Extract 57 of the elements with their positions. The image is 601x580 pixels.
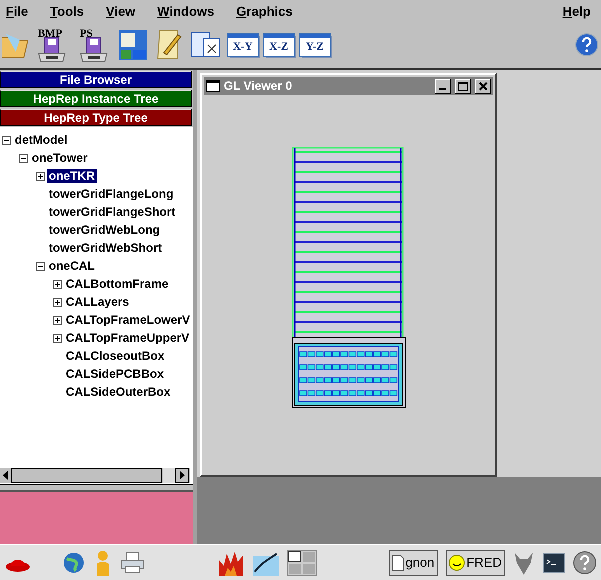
- help-icon[interactable]: [575, 33, 599, 57]
- expand-icon[interactable]: [53, 316, 62, 324]
- fire-icon[interactable]: [217, 550, 246, 576]
- tree-item[interactable]: CALTopFrameUpperV: [64, 331, 192, 345]
- window-layout-icon[interactable]: [118, 29, 148, 61]
- smiley-icon: [448, 554, 465, 570]
- menu-item[interactable]: Graphics: [236, 4, 293, 18]
- tree-item[interactable]: detModel: [13, 133, 70, 147]
- expand-icon[interactable]: [53, 280, 62, 288]
- tree-item[interactable]: towerGridWebShort: [47, 241, 164, 255]
- view-button[interactable]: X-Y: [228, 34, 258, 56]
- panel-tab[interactable]: HepRep Instance Tree: [0, 90, 192, 107]
- tree-item[interactable]: oneCAL: [47, 259, 97, 273]
- expand-icon[interactable]: [53, 334, 62, 342]
- document-icon: [392, 554, 404, 570]
- tree-item[interactable]: towerGridFlangeShort: [47, 205, 178, 219]
- collapse-icon[interactable]: [19, 154, 28, 162]
- task-button[interactable]: FRED: [446, 550, 505, 576]
- expand-icon[interactable]: [53, 298, 62, 306]
- menu-item[interactable]: Windows: [158, 4, 214, 18]
- tree-item[interactable]: towerGridFlangeLong: [47, 187, 176, 201]
- tree-item[interactable]: CALSideOuterBox: [64, 385, 173, 399]
- close-icon: [478, 82, 488, 90]
- view-button[interactable]: X-Z: [264, 34, 294, 56]
- workspace-pager-icon[interactable]: [287, 550, 318, 576]
- menu-item[interactable]: Tools: [50, 4, 84, 18]
- tree-item[interactable]: CALLayers: [64, 295, 132, 309]
- save-image-button[interactable]: BMP: [34, 26, 70, 64]
- view-button[interactable]: Y-Z: [300, 34, 330, 56]
- printer-icon[interactable]: [120, 550, 146, 574]
- window-title: GL Viewer 0: [224, 79, 294, 93]
- minimize-button[interactable]: [435, 78, 451, 94]
- collapse-icon[interactable]: [36, 262, 45, 270]
- tree-item[interactable]: CALBottomFrame: [64, 277, 171, 291]
- task-button[interactable]: gnon: [388, 550, 438, 576]
- save-image-button[interactable]: PS: [76, 26, 112, 64]
- close-button[interactable]: [475, 78, 491, 94]
- menu-item[interactable]: View: [106, 4, 136, 18]
- panel-tab[interactable]: File Browser: [0, 71, 192, 88]
- tree-item[interactable]: towerGridWebLong: [47, 223, 162, 237]
- terminal-icon[interactable]: [543, 552, 565, 572]
- tree-item[interactable]: oneTKR: [47, 169, 97, 183]
- maximize-icon: [458, 82, 468, 90]
- help-menu[interactable]: Help: [562, 4, 591, 18]
- help-icon[interactable]: [573, 550, 597, 574]
- tree-item[interactable]: CALTopFrameLowerV: [64, 313, 192, 327]
- maximize-button[interactable]: [455, 78, 471, 94]
- window-icon: [206, 80, 220, 92]
- collapse-icon[interactable]: [2, 136, 11, 144]
- panel-tab[interactable]: HepRep Type Tree: [0, 109, 192, 126]
- expand-icon[interactable]: [36, 172, 45, 180]
- tree-item[interactable]: oneTower: [30, 151, 90, 165]
- tree-item[interactable]: CALCloseoutBox: [64, 349, 167, 363]
- globe-icon[interactable]: [62, 550, 86, 574]
- horizontal-scrollbar[interactable]: [0, 468, 190, 483]
- tree-item[interactable]: CALSidePCBBox: [64, 367, 166, 381]
- menu-item[interactable]: File: [6, 4, 28, 18]
